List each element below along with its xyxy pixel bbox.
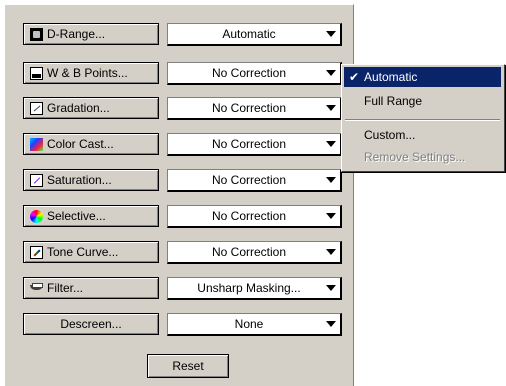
tone-curve-select-value: No Correction <box>211 245 287 259</box>
saturation-button-label: Saturation... <box>47 173 112 187</box>
filter-button[interactable]: Filter... <box>23 277 159 299</box>
selective-icon <box>30 209 43 223</box>
gradation-select[interactable]: No Correction <box>167 97 342 120</box>
color-cast-icon <box>30 137 43 151</box>
chevron-down-icon[interactable] <box>326 321 336 327</box>
descreen-button-label: Descreen... <box>60 317 122 331</box>
chevron-down-icon[interactable] <box>326 285 336 291</box>
saturation-select[interactable]: No Correction <box>167 169 342 192</box>
menu-item-custom[interactable]: Custom... <box>344 125 501 145</box>
wb-points-select-value: No Correction <box>211 66 287 80</box>
d-range-select[interactable]: Automatic <box>167 23 342 46</box>
chevron-down-icon[interactable] <box>326 105 336 111</box>
tone-curve-select[interactable]: No Correction <box>167 241 342 264</box>
saturation-icon <box>30 173 43 187</box>
color-cast-select-value: No Correction <box>211 137 287 151</box>
wb-points-icon <box>30 66 43 80</box>
tone-curve-icon <box>30 245 43 259</box>
gradation-button[interactable]: Gradation... <box>23 97 159 119</box>
saturation-button[interactable]: Saturation... <box>23 169 159 191</box>
selective-select-value: No Correction <box>211 209 287 223</box>
d-range-button[interactable]: D-Range... <box>23 23 159 45</box>
chevron-down-icon[interactable] <box>326 213 336 219</box>
filter-button-label: Filter... <box>47 281 84 295</box>
chevron-down-icon[interactable] <box>326 177 336 183</box>
tone-curve-button-label: Tone Curve... <box>47 245 119 259</box>
checkmark-icon: ✔ <box>348 70 360 84</box>
selective-button[interactable]: Selective... <box>23 205 159 227</box>
menu-item-automatic[interactable]: ✔ Automatic <box>344 67 501 87</box>
gradation-select-value: No Correction <box>211 101 287 115</box>
descreen-button[interactable]: Descreen... <box>23 313 159 335</box>
color-cast-button-label: Color Cast... <box>47 137 114 151</box>
chevron-down-icon[interactable] <box>326 31 336 37</box>
d-range-select-value: Automatic <box>222 27 276 41</box>
menu-item-label: Automatic <box>364 70 418 84</box>
tone-curve-button[interactable]: Tone Curve... <box>23 241 159 263</box>
d-range-button-label: D-Range... <box>47 27 106 41</box>
color-cast-select[interactable]: No Correction <box>167 133 342 156</box>
correction-panel: D-Range... Automatic W & B Points... No … <box>4 4 354 386</box>
chevron-down-icon[interactable] <box>326 70 336 76</box>
wb-points-select[interactable]: No Correction <box>167 62 342 85</box>
menu-item-label: Full Range <box>364 94 423 108</box>
gradation-icon <box>30 101 43 115</box>
chevron-down-icon[interactable] <box>326 249 336 255</box>
saturation-select-value: No Correction <box>211 173 287 187</box>
menu-item-label: Custom... <box>364 128 416 142</box>
gradation-button-label: Gradation... <box>47 101 110 115</box>
filter-select-value: Unsharp Masking... <box>197 281 301 295</box>
menu-item-full-range[interactable]: Full Range <box>344 91 501 111</box>
descreen-select[interactable]: None <box>167 313 342 336</box>
d-range-icon <box>30 27 43 41</box>
filter-icon <box>30 282 43 295</box>
selective-select[interactable]: No Correction <box>167 205 342 228</box>
wb-points-button[interactable]: W & B Points... <box>23 62 159 84</box>
selective-button-label: Selective... <box>47 209 106 223</box>
menu-separator <box>345 119 500 121</box>
menu-item-remove-settings: Remove Settings... <box>344 147 501 167</box>
filter-select[interactable]: Unsharp Masking... <box>167 277 342 300</box>
reset-button[interactable]: Reset <box>147 354 229 378</box>
descreen-select-value: None <box>234 317 264 331</box>
wb-points-button-label: W & B Points... <box>47 66 128 80</box>
d-range-dropdown-menu: ✔ Automatic Full Range Custom... Remove … <box>341 64 505 172</box>
color-cast-button[interactable]: Color Cast... <box>23 133 159 155</box>
chevron-down-icon[interactable] <box>326 141 336 147</box>
menu-item-label: Remove Settings... <box>364 150 466 164</box>
